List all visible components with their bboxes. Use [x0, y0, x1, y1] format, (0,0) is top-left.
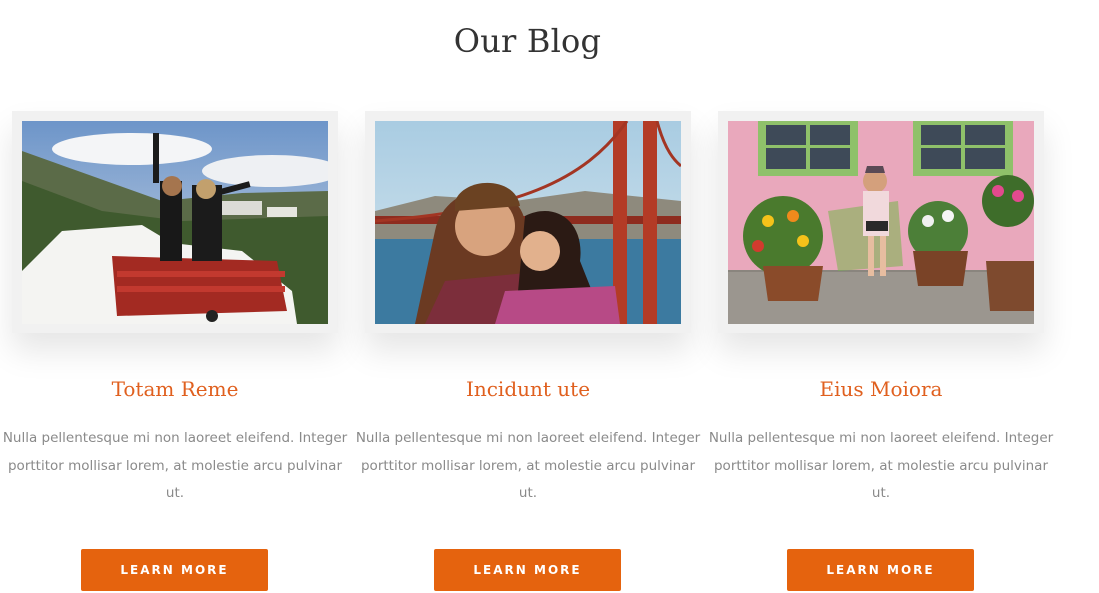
blog-image-frame: [365, 111, 691, 333]
blog-post-title[interactable]: Incidunt ute: [345, 377, 711, 401]
blog-image-convertible[interactable]: [22, 121, 328, 324]
blog-card: Eius Moiora Nulla pellentesque mi non la…: [709, 111, 1053, 591]
learn-more-button[interactable]: LEARN MORE: [787, 549, 974, 591]
blog-image-frame: [718, 111, 1044, 333]
blog-post-title[interactable]: Totam Reme: [0, 377, 358, 401]
learn-more-button[interactable]: LEARN MORE: [81, 549, 268, 591]
blog-image-frame: [12, 111, 338, 333]
section-title: Our Blog: [453, 22, 602, 60]
blog-image-flower-wall[interactable]: [728, 121, 1034, 324]
blog-post-excerpt: Nulla pellentesque mi non laoreet eleife…: [355, 430, 701, 501]
learn-more-button[interactable]: LEARN MORE: [434, 549, 621, 591]
blog-post-excerpt: Nulla pellentesque mi non laoreet eleife…: [2, 430, 348, 501]
blog-post-excerpt: Nulla pellentesque mi non laoreet eleife…: [708, 430, 1054, 501]
blog-card: Incidunt ute Nulla pellentesque mi non l…: [356, 111, 700, 591]
blog-image-golden-gate[interactable]: [375, 121, 681, 324]
blog-card: Totam Reme Nulla pellentesque mi non lao…: [3, 111, 347, 591]
blog-post-title[interactable]: Eius Moiora: [698, 377, 1064, 401]
